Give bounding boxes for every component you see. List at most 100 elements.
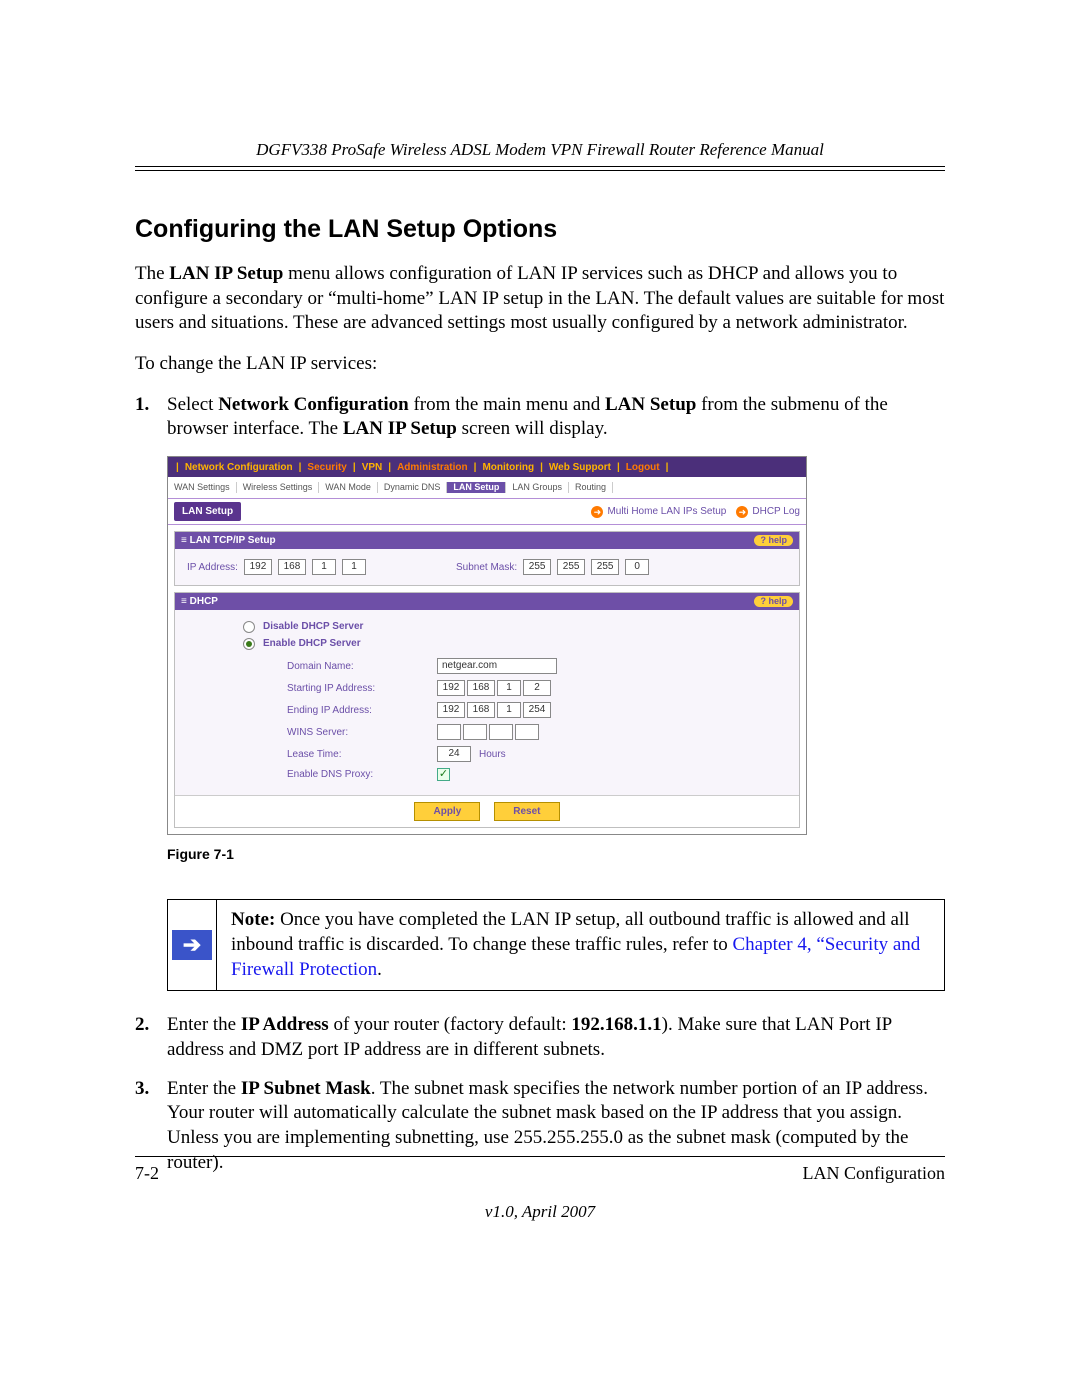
subtab-lan-groups[interactable]: LAN Groups bbox=[506, 482, 569, 494]
link-multi-home[interactable]: ➜ Multi Home LAN IPs Setup bbox=[591, 505, 726, 518]
subtab-wan-mode[interactable]: WAN Mode bbox=[319, 482, 378, 494]
lease-time-input[interactable]: 24 bbox=[437, 746, 471, 762]
step-number: 3. bbox=[135, 1077, 149, 1102]
text: Enter the bbox=[167, 1014, 241, 1035]
step-number: 2. bbox=[135, 1013, 149, 1038]
text: Enter the bbox=[167, 1078, 241, 1099]
wins-2[interactable] bbox=[463, 724, 487, 740]
text: . bbox=[377, 959, 382, 980]
tab-web-support[interactable]: Web Support bbox=[547, 461, 613, 474]
text: screen will display. bbox=[457, 418, 608, 439]
text: Select bbox=[167, 394, 218, 415]
apply-button[interactable]: Apply bbox=[414, 802, 480, 821]
start-ip-3[interactable]: 1 bbox=[497, 680, 521, 696]
ip-octet-4[interactable]: 1 bbox=[342, 559, 366, 575]
link-dhcp-log[interactable]: ➜ DHCP Log bbox=[736, 505, 800, 518]
panel-lan-tcpip: ≡ LAN TCP/IP Setup ? help IP Address: 19… bbox=[174, 531, 800, 586]
tab-security[interactable]: Security bbox=[305, 461, 348, 474]
mask-octet-3[interactable]: 255 bbox=[591, 559, 619, 575]
section-heading: Configuring the LAN Setup Options bbox=[135, 215, 945, 244]
start-ip-2[interactable]: 168 bbox=[467, 680, 495, 696]
wins-4[interactable] bbox=[515, 724, 539, 740]
footer-version: v1.0, April 2007 bbox=[135, 1202, 945, 1222]
ip-address-label: IP Address: bbox=[187, 561, 238, 574]
text: The bbox=[135, 263, 169, 284]
sub-tabs: WAN Settings Wireless Settings WAN Mode … bbox=[168, 477, 806, 499]
step-1: 1. Select Network Configuration from the… bbox=[135, 393, 945, 992]
wins-3[interactable] bbox=[489, 724, 513, 740]
page-number: 7-2 bbox=[135, 1163, 159, 1184]
panel-dhcp: ≡ DHCP ? help Disable DHCP Server Enable… bbox=[174, 592, 800, 828]
text: of your router (factory default: bbox=[329, 1014, 572, 1035]
panel-title: ≡ DHCP bbox=[181, 595, 218, 608]
step-number: 1. bbox=[135, 393, 149, 418]
dns-proxy-checkbox[interactable]: ✓ bbox=[437, 768, 450, 781]
end-ip-3[interactable]: 1 bbox=[497, 702, 521, 718]
end-ip-4[interactable]: 254 bbox=[523, 702, 551, 718]
bold-text: IP Address bbox=[241, 1014, 329, 1035]
tab-network-config[interactable]: Network Configuration bbox=[183, 461, 295, 474]
help-button[interactable]: ? help bbox=[754, 535, 793, 547]
help-button[interactable]: ? help bbox=[754, 596, 793, 608]
bold-text: IP Subnet Mask bbox=[241, 1078, 371, 1099]
dns-proxy-label: Enable DNS Proxy: bbox=[287, 768, 437, 781]
arrow-icon: ➜ bbox=[736, 506, 748, 518]
intro-paragraph: The LAN IP Setup menu allows configurati… bbox=[135, 262, 945, 336]
text: from the main menu and bbox=[409, 394, 605, 415]
subtab-lan-setup[interactable]: LAN Setup bbox=[447, 482, 506, 494]
chapter-name: LAN Configuration bbox=[803, 1163, 945, 1184]
radio-label: Enable DHCP Server bbox=[263, 637, 361, 650]
mask-octet-4[interactable]: 0 bbox=[625, 559, 649, 575]
figure-caption: Figure 7-1 bbox=[167, 845, 945, 863]
bold-text: LAN Setup bbox=[605, 394, 696, 415]
wins-label: WINS Server: bbox=[287, 726, 437, 739]
subtab-wireless[interactable]: Wireless Settings bbox=[237, 482, 320, 494]
end-ip-1[interactable]: 192 bbox=[437, 702, 465, 718]
link-label: DHCP Log bbox=[752, 505, 800, 518]
subtab-wan-settings[interactable]: WAN Settings bbox=[168, 482, 237, 494]
panel-title: ≡ LAN TCP/IP Setup bbox=[181, 534, 276, 547]
tab-monitoring[interactable]: Monitoring bbox=[480, 461, 536, 474]
bold-text: 192.168.1.1 bbox=[571, 1014, 661, 1035]
mask-octet-2[interactable]: 255 bbox=[557, 559, 585, 575]
tab-logout[interactable]: Logout bbox=[624, 461, 662, 474]
bold-text: LAN IP Setup bbox=[343, 418, 457, 439]
domain-name-input[interactable]: netgear.com bbox=[437, 658, 557, 674]
lan-setup-chip: LAN Setup bbox=[174, 502, 241, 521]
footer-rule bbox=[135, 1156, 945, 1157]
bold-text: Network Configuration bbox=[218, 394, 409, 415]
ending-ip-label: Ending IP Address: bbox=[287, 704, 437, 717]
starting-ip-label: Starting IP Address: bbox=[287, 682, 437, 695]
ip-octet-2[interactable]: 168 bbox=[278, 559, 306, 575]
note-arrow-icon: ➔ bbox=[172, 930, 212, 960]
tab-administration[interactable]: Administration bbox=[395, 461, 470, 474]
header-rule bbox=[135, 166, 945, 167]
end-ip-2[interactable]: 168 bbox=[467, 702, 495, 718]
radio-enable-dhcp[interactable]: Enable DHCP Server bbox=[243, 637, 787, 650]
reset-button[interactable]: Reset bbox=[494, 802, 559, 821]
start-ip-4[interactable]: 2 bbox=[523, 680, 551, 696]
subnet-mask-label: Subnet Mask: bbox=[456, 561, 517, 574]
bold-text: LAN IP Setup bbox=[169, 263, 283, 284]
radio-icon bbox=[243, 621, 255, 633]
ip-octet-1[interactable]: 192 bbox=[244, 559, 272, 575]
start-ip-1[interactable]: 192 bbox=[437, 680, 465, 696]
domain-name-label: Domain Name: bbox=[287, 660, 437, 673]
mask-octet-1[interactable]: 255 bbox=[523, 559, 551, 575]
link-label: Multi Home LAN IPs Setup bbox=[607, 505, 726, 518]
main-tabs: |Network Configuration |Security |VPN |A… bbox=[168, 457, 806, 477]
header-rule bbox=[135, 170, 945, 171]
radio-icon bbox=[243, 638, 255, 650]
arrow-icon: ➜ bbox=[591, 506, 603, 518]
note-label: Note: bbox=[231, 909, 275, 930]
radio-disable-dhcp[interactable]: Disable DHCP Server bbox=[243, 620, 787, 633]
wins-1[interactable] bbox=[437, 724, 461, 740]
subtab-dynamic-dns[interactable]: Dynamic DNS bbox=[378, 482, 448, 494]
tab-vpn[interactable]: VPN bbox=[360, 461, 385, 474]
subtab-routing[interactable]: Routing bbox=[569, 482, 613, 494]
lead-line: To change the LAN IP services: bbox=[135, 352, 945, 377]
lease-unit: Hours bbox=[479, 748, 506, 761]
lease-time-label: Lease Time: bbox=[287, 748, 437, 761]
ip-octet-3[interactable]: 1 bbox=[312, 559, 336, 575]
manual-title: DGFV338 ProSafe Wireless ADSL Modem VPN … bbox=[135, 140, 945, 160]
